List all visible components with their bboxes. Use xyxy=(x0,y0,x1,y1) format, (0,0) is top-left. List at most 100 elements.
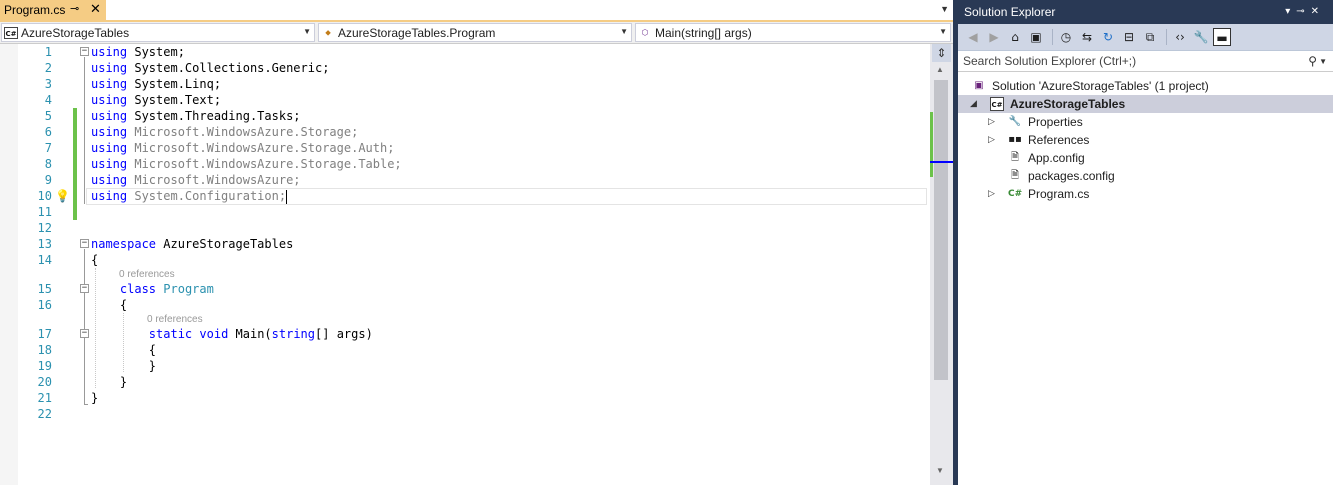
tab-program-cs[interactable]: Program.cs ⊸ ✕ xyxy=(0,0,106,20)
line-number: 4 xyxy=(44,93,52,107)
project-dropdown-value: AzureStorageTables xyxy=(21,25,130,40)
collapse-method-icon[interactable]: − xyxy=(80,329,89,338)
solution-explorer-titlebar: Solution Explorer ▾⊸✕ xyxy=(958,0,1333,24)
close-icon[interactable]: ✕ xyxy=(1311,6,1325,17)
codelens-references[interactable]: 0 references xyxy=(147,313,203,326)
sync-with-document-icon[interactable]: ⇆ xyxy=(1078,28,1096,46)
properties-wrench-icon[interactable]: 🔧 xyxy=(1192,28,1210,46)
collapse-usings-icon[interactable]: − xyxy=(80,47,89,56)
type-name: Program xyxy=(163,282,214,296)
keyword: void xyxy=(199,327,229,341)
code-line: using Microsoft.WindowsAzure.Storage.Tab… xyxy=(91,156,402,172)
vertical-scrollbar[interactable]: ⇕ ▲ ▼ xyxy=(930,44,953,485)
csharp-project-icon: C# xyxy=(990,97,1004,111)
expanded-arrow-icon[interactable]: ◢ xyxy=(970,95,977,113)
class-dropdown-value: AzureStorageTables.Program xyxy=(338,25,496,40)
visual-studio-window: Program.cs ⊸ ✕ ▼ C# AzureStorageTables ▼… xyxy=(0,0,1333,485)
member-dropdown[interactable]: ⬡ Main(string[] args) ▼ xyxy=(635,23,951,42)
chevron-down-icon: ▼ xyxy=(303,27,311,36)
references-icon: ▪▪ xyxy=(1008,134,1022,145)
code-text: System.Collections.Generic; xyxy=(127,61,330,75)
search-icon[interactable]: ⚲ xyxy=(1308,51,1317,72)
tree-item-properties[interactable]: ▷ 🔧 Properties xyxy=(958,113,1333,131)
home-icon[interactable]: ⌂ xyxy=(1006,28,1024,46)
back-icon[interactable]: ◀ xyxy=(964,28,982,46)
csharp-file-icon: C# xyxy=(1008,189,1023,199)
document-tab-strip: Program.cs ⊸ ✕ ▼ xyxy=(0,0,953,22)
keyword: using xyxy=(91,157,128,171)
code-line: using Microsoft.WindowsAzure.Storage.Aut… xyxy=(91,140,394,156)
code-line: namespace AzureStorageTables xyxy=(91,236,293,252)
view-code-icon[interactable]: ‹› xyxy=(1171,28,1189,46)
tree-item-app-config[interactable]: 🗎 App.config xyxy=(958,149,1333,167)
outline-end xyxy=(84,404,88,405)
solution-explorer-search-box[interactable]: Search Solution Explorer (Ctrl+;) ⚲ ▼ xyxy=(958,51,1333,72)
scroll-down-icon[interactable]: ▼ xyxy=(936,466,944,475)
collapse-all-icon[interactable]: ⊟ xyxy=(1120,28,1138,46)
pin-icon[interactable]: ⊸ xyxy=(1296,6,1310,17)
forward-icon[interactable]: ▶ xyxy=(985,28,1003,46)
scroll-up-icon[interactable]: ▲ xyxy=(936,65,944,74)
code-text: [] args) xyxy=(315,327,373,341)
line-number: 14 xyxy=(37,253,52,267)
line-number: 3 xyxy=(44,77,52,91)
code-text: System.Configuration; xyxy=(127,189,287,203)
tree-item-project[interactable]: ◢ C# AzureStorageTables xyxy=(958,95,1333,113)
pin-icon[interactable]: ⊸ xyxy=(70,2,79,15)
tab-overflow-dropdown-icon[interactable]: ▼ xyxy=(940,4,949,14)
change-marker xyxy=(930,112,933,177)
collapse-class-icon[interactable]: − xyxy=(80,284,89,293)
pending-changes-filter-icon[interactable]: ◷ xyxy=(1057,28,1075,46)
close-icon[interactable]: ✕ xyxy=(90,1,101,17)
line-number: 2 xyxy=(44,61,52,75)
lightbulb-icon[interactable]: 💡 xyxy=(55,189,70,203)
navigation-bar: C# AzureStorageTables ▼ ⬥ AzureStorageTa… xyxy=(0,22,953,44)
code-line: static void Main(string[] args) xyxy=(91,326,373,342)
change-tracking-bar xyxy=(73,108,77,220)
keyword: using xyxy=(91,189,128,203)
code-line: { xyxy=(91,297,127,313)
code-line: } xyxy=(91,358,156,374)
tree-item-label: AzureStorageTables xyxy=(1010,97,1126,111)
keyword: using xyxy=(91,125,128,139)
code-text: } xyxy=(91,391,99,405)
preview-selected-items-icon[interactable]: ▬ xyxy=(1213,28,1231,46)
line-number: 10 xyxy=(37,189,52,203)
tree-item-packages-config[interactable]: 🗎 packages.config xyxy=(958,167,1333,185)
outline-guide xyxy=(84,339,85,372)
code-line-current: using System.Configuration; xyxy=(91,188,288,204)
panel-menu-icon[interactable]: ▾ xyxy=(1285,6,1296,17)
tree-item-solution[interactable]: ▣ Solution 'AzureStorageTables' (1 proje… xyxy=(958,77,1333,95)
collapse-namespace-icon[interactable]: − xyxy=(80,239,89,248)
code-line: { xyxy=(91,252,98,268)
class-dropdown[interactable]: ⬥ AzureStorageTables.Program ▼ xyxy=(318,23,632,42)
tree-item-label: Program.cs xyxy=(1028,187,1090,201)
split-window-icon[interactable]: ⇕ xyxy=(932,44,951,62)
code-text: { xyxy=(119,298,128,312)
solution-icon: ▣ xyxy=(974,80,984,91)
chevron-down-icon: ▼ xyxy=(620,27,628,36)
config-file-icon: 🗎 xyxy=(1010,152,1020,163)
toolbar-separator xyxy=(1166,29,1167,45)
codelens-references[interactable]: 0 references xyxy=(119,268,175,281)
keyword: using xyxy=(91,45,128,59)
keyword: static xyxy=(148,327,193,341)
tree-item-references[interactable]: ▷ ▪▪ References xyxy=(958,131,1333,149)
code-text: System.Threading.Tasks; xyxy=(127,109,301,123)
tree-item-program-cs[interactable]: ▷ C# Program.cs xyxy=(958,185,1333,203)
collapsed-arrow-icon[interactable]: ▷ xyxy=(988,113,995,131)
show-all-files-icon[interactable]: ⧉ xyxy=(1141,28,1159,46)
code-text-area[interactable]: 1 2 3 4 5 6 7 8 9 10 11 12 13 14 15 16 1… xyxy=(0,44,930,485)
refresh-icon[interactable]: ↻ xyxy=(1099,28,1117,46)
code-text: { xyxy=(148,343,157,357)
collapsed-arrow-icon[interactable]: ▷ xyxy=(988,131,995,149)
project-dropdown[interactable]: C# AzureStorageTables ▼ xyxy=(1,23,315,42)
panel-title: Solution Explorer xyxy=(964,5,1056,19)
keyword: class xyxy=(119,282,157,296)
collapsed-arrow-icon[interactable]: ▷ xyxy=(988,185,995,203)
code-text: Microsoft.WindowsAzure.Storage.Table; xyxy=(127,157,402,171)
search-options-dropdown-icon[interactable]: ▼ xyxy=(1319,51,1327,72)
scrollbar-thumb[interactable] xyxy=(934,80,948,380)
switch-views-icon[interactable]: ▣ xyxy=(1027,28,1045,46)
keyword: using xyxy=(91,109,128,123)
